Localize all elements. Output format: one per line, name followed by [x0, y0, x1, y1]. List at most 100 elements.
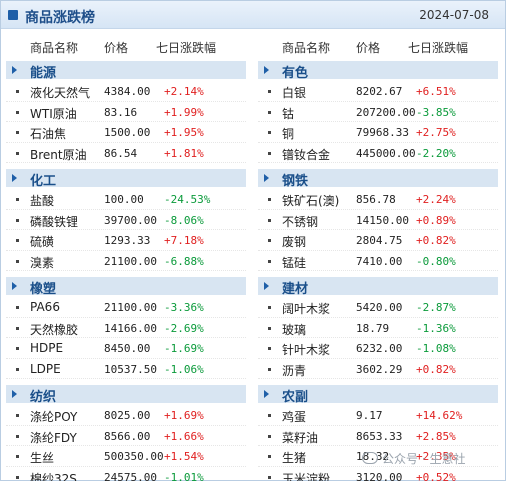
commodity-name[interactable]: 生猪	[282, 449, 306, 466]
commodity-name[interactable]: 磷酸铁锂	[30, 213, 78, 230]
category-header[interactable]: 橡塑	[6, 277, 246, 297]
commodity-row[interactable]: 不锈钢 14150.00 +0.89%	[258, 210, 498, 230]
commodity-row[interactable]: 石油焦 1500.00 +1.95%	[6, 122, 246, 143]
commodity-name[interactable]: 玉米淀粉	[282, 470, 330, 481]
commodity-name[interactable]: 废钢	[282, 233, 306, 250]
category-header[interactable]: 能源	[6, 61, 246, 81]
commodity-name[interactable]: 溴素	[30, 254, 54, 271]
commodity-row[interactable]: 白银 8202.67 +6.51%	[258, 81, 498, 102]
commodity-row[interactable]: 针叶木浆 6232.00 -1.08%	[258, 338, 498, 359]
commodity-row[interactable]: 溴素 21100.00 -6.88%	[6, 251, 246, 271]
commodity-row[interactable]: 涤纶FDY 8566.00 +1.66%	[6, 426, 246, 446]
title-marker-icon	[8, 10, 18, 20]
bullet-icon	[16, 326, 19, 330]
bullet-icon	[16, 367, 19, 371]
commodity-price: 24575.00	[104, 470, 157, 481]
commodity-name[interactable]: 菜籽油	[282, 429, 318, 446]
commodity-name[interactable]: 锰硅	[282, 254, 306, 271]
commodity-change: +0.89%	[416, 213, 456, 227]
commodity-name[interactable]: 沥青	[282, 362, 306, 379]
commodity-change: +2.14%	[164, 85, 204, 98]
commodity-name[interactable]: WTI原油	[30, 105, 77, 122]
commodity-row[interactable]: 镨钕合金 445000.00 -2.20%	[258, 143, 498, 163]
bullet-icon	[16, 90, 19, 93]
commodity-name[interactable]: 棉纱32S	[30, 470, 77, 481]
commodity-change: +1.54%	[164, 450, 204, 463]
commodity-price: 8202.67	[356, 85, 403, 98]
commodity-name[interactable]: 不锈钢	[282, 213, 318, 230]
commodity-name[interactable]: 针叶木浆	[282, 341, 330, 358]
commodity-row[interactable]: 钴 207200.00 -3.85%	[258, 102, 498, 122]
commodity-name[interactable]: 阔叶木浆	[282, 300, 330, 317]
commodity-row[interactable]: PA66 21100.00 -3.36%	[6, 297, 246, 318]
commodity-row[interactable]: 玉米淀粉 3120.00 +0.52%	[258, 467, 498, 481]
commodity-row[interactable]: 生丝 500350.00 +1.54%	[6, 446, 246, 467]
column-header-price: 价格	[356, 41, 381, 55]
commodity-row[interactable]: LDPE 10537.50 -1.06%	[6, 359, 246, 379]
commodity-row[interactable]: 天然橡胶 14166.00 -2.69%	[6, 318, 246, 338]
category-header[interactable]: 有色	[258, 61, 498, 81]
commodity-name[interactable]: 钴	[282, 105, 294, 122]
commodity-row[interactable]: 盐酸 100.00 -24.53%	[6, 189, 246, 210]
commodity-row[interactable]: 沥青 3602.29 +0.82%	[258, 359, 498, 379]
triangle-right-icon	[12, 66, 17, 74]
commodity-change: -3.36%	[164, 301, 204, 314]
commodity-price: 8025.00	[104, 409, 151, 422]
bullet-icon	[268, 306, 271, 309]
commodity-row[interactable]: WTI原油 83.16 +1.99%	[6, 102, 246, 122]
bullet-icon	[268, 475, 271, 479]
commodity-row[interactable]: 铜 79968.33 +2.75%	[258, 122, 498, 143]
commodity-price: 3602.29	[356, 362, 403, 376]
bullet-icon	[268, 259, 271, 263]
category-section: 能源 液化天然气 4384.00 +2.14% WTI原油 83.16 +1.99% 石油焦 1…	[6, 61, 246, 163]
commodity-row[interactable]: 废钢 2804.75 +0.82%	[258, 230, 498, 251]
commodity-name[interactable]: 天然橡胶	[30, 321, 78, 338]
commodity-price: 14150.00	[356, 213, 409, 227]
commodity-row[interactable]: 棉纱32S 24575.00 -1.01%	[6, 467, 246, 481]
commodity-row[interactable]: 涤纶POY 8025.00 +1.69%	[6, 405, 246, 426]
commodity-name[interactable]: 镨钕合金	[282, 146, 330, 163]
commodity-row[interactable]: HDPE 8450.00 -1.69%	[6, 338, 246, 359]
commodity-name[interactable]: 硫磺	[30, 233, 54, 250]
commodity-name[interactable]: 玻璃	[282, 321, 306, 338]
commodity-row[interactable]: 阔叶木浆 5420.00 -2.87%	[258, 297, 498, 318]
bullet-icon	[268, 110, 271, 114]
commodity-row[interactable]: 磷酸铁锂 39700.00 -8.06%	[6, 210, 246, 230]
bullet-icon	[268, 347, 271, 350]
commodity-row[interactable]: 菜籽油 8653.33 +2.85%	[258, 426, 498, 446]
commodity-row[interactable]: 铁矿石(澳) 856.78 +2.24%	[258, 189, 498, 210]
commodity-name[interactable]: 石油焦	[30, 125, 66, 142]
commodity-price: 7410.00	[356, 254, 403, 268]
commodity-name[interactable]: 生丝	[30, 449, 54, 466]
commodity-name[interactable]: 盐酸	[30, 192, 54, 209]
category-header[interactable]: 纺织	[6, 385, 246, 405]
commodity-price: 2804.75	[356, 234, 403, 247]
commodity-change: +1.69%	[164, 409, 204, 422]
commodity-name[interactable]: HDPE	[30, 341, 63, 355]
commodity-name[interactable]: Brent原油	[30, 146, 87, 163]
category-header[interactable]: 化工	[6, 169, 246, 189]
commodity-row[interactable]: Brent原油 86.54 +1.81%	[6, 143, 246, 163]
category-header[interactable]: 钢铁	[258, 169, 498, 189]
commodity-price: 39700.00	[104, 213, 157, 227]
commodity-name[interactable]: 涤纶FDY	[30, 429, 77, 446]
category-header[interactable]: 农副	[258, 385, 498, 405]
commodity-price: 10537.50	[104, 362, 157, 376]
commodity-name[interactable]: 涤纶POY	[30, 408, 77, 425]
commodity-row[interactable]: 硫磺 1293.33 +7.18%	[6, 230, 246, 251]
commodity-name[interactable]: 白银	[282, 84, 306, 101]
commodity-name[interactable]: LDPE	[30, 362, 61, 376]
commodity-name[interactable]: 液化天然气	[30, 84, 90, 101]
commodity-row[interactable]: 液化天然气 4384.00 +2.14%	[6, 81, 246, 102]
commodity-name[interactable]: 铜	[282, 125, 294, 142]
commodity-row[interactable]: 鸡蛋 9.17 +14.62%	[258, 405, 498, 426]
commodity-name[interactable]: PA66	[30, 300, 60, 314]
category-header[interactable]: 建材	[258, 277, 498, 297]
bullet-icon	[16, 259, 19, 263]
commodity-row[interactable]: 玻璃 18.79 -1.36%	[258, 318, 498, 338]
commodity-change: -1.01%	[164, 470, 204, 481]
commodity-name[interactable]: 铁矿石(澳)	[282, 192, 339, 209]
commodity-name[interactable]: 鸡蛋	[282, 408, 306, 425]
category-name: 建材	[282, 282, 309, 297]
commodity-row[interactable]: 锰硅 7410.00 -0.80%	[258, 251, 498, 271]
